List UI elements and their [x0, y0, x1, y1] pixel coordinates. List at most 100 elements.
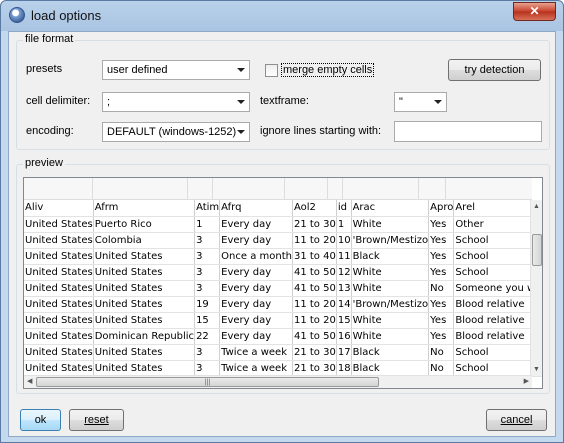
grid-cell[interactable]: No: [428, 360, 455, 377]
grid-cell[interactable]: Every day: [219, 264, 293, 281]
grid-cell[interactable]: Every day: [219, 280, 293, 297]
grid-cell[interactable]: 3: [194, 360, 221, 377]
grid-cell[interactable]: 3: [194, 264, 221, 281]
grid-cell[interactable]: Afrm: [93, 200, 196, 217]
grid-cell[interactable]: 22: [194, 328, 221, 345]
grid-cell[interactable]: Twice a week: [219, 360, 293, 377]
ok-button[interactable]: ok: [20, 409, 61, 431]
grid-cell[interactable]: 15: [336, 312, 352, 329]
grid-cell[interactable]: Every day: [219, 232, 293, 249]
grid-cell[interactable]: Aliv: [24, 200, 94, 217]
grid-cell[interactable]: 11: [336, 248, 352, 265]
grid-cell[interactable]: 31 to 40: [292, 248, 337, 265]
grid-cell[interactable]: United States: [24, 280, 94, 297]
grid-cell[interactable]: 'Brown/Mestizo: [351, 296, 430, 313]
grid-cell[interactable]: 21 to 30: [292, 344, 337, 361]
grid-cell[interactable]: Apro: [428, 200, 455, 217]
grid-cell[interactable]: United States: [93, 280, 196, 297]
grid-cell[interactable]: 21 to 30: [292, 360, 337, 377]
grid-cell[interactable]: 3: [194, 344, 221, 361]
grid-cell[interactable]: Every day: [219, 328, 293, 345]
grid-cell[interactable]: 15: [194, 312, 221, 329]
grid-cell[interactable]: Black: [351, 344, 430, 361]
grid-cell[interactable]: Aol2: [292, 200, 337, 217]
scroll-down-icon[interactable]: ▼: [533, 366, 540, 373]
grid-cell[interactable]: United States: [93, 360, 196, 377]
grid-cell[interactable]: Afrq: [219, 200, 293, 217]
horizontal-scrollbar[interactable]: ◀ ||| ▶: [24, 375, 532, 388]
grid-cell[interactable]: Yes: [428, 232, 455, 249]
grid-cell[interactable]: 19: [194, 296, 221, 313]
grid-cell[interactable]: Every day: [219, 296, 293, 313]
try-detection-button[interactable]: try detection: [448, 59, 541, 81]
grid-cell[interactable]: 12: [336, 264, 352, 281]
grid-cell[interactable]: United States: [24, 264, 94, 281]
grid-cell[interactable]: United States: [93, 248, 196, 265]
grid-cell[interactable]: United States: [93, 264, 196, 281]
grid-cell[interactable]: United States: [24, 360, 94, 377]
vertical-scroll-thumb[interactable]: [532, 234, 542, 266]
grid-cell[interactable]: Once a month: [219, 248, 293, 265]
grid-cell[interactable]: White: [351, 264, 430, 281]
grid-cell[interactable]: 41 to 50: [292, 280, 337, 297]
grid-cell[interactable]: United States: [24, 216, 94, 233]
grid-cell[interactable]: No: [428, 344, 455, 361]
grid-cell[interactable]: White: [351, 328, 430, 345]
grid-cell[interactable]: No: [428, 280, 455, 297]
grid-header-row[interactable]: Aliv Afrm Atim Afrq Aol2 id Arac Apro Arel: [24, 200, 542, 217]
grid-cell[interactable]: Yes: [428, 328, 455, 345]
grid-cell[interactable]: United States: [93, 296, 196, 313]
grid-cell[interactable]: 'Brown/Mestizo: [351, 232, 430, 249]
grid-cell[interactable]: Every day: [219, 312, 293, 329]
table-row[interactable]: United States United States 3 Once a month 3…: [24, 248, 542, 265]
grid-cell[interactable]: Yes: [428, 216, 455, 233]
grid-cell[interactable]: Twice a week: [219, 344, 293, 361]
grid-cell[interactable]: 1: [336, 216, 352, 233]
table-row[interactable]: United States United States 15 Every day 11 …: [24, 312, 542, 329]
grid-cell[interactable]: Black: [351, 248, 430, 265]
grid-cell[interactable]: 41 to 50: [292, 328, 337, 345]
vertical-scrollbar[interactable]: ▲ ▼: [530, 200, 542, 376]
grid-cell[interactable]: 3: [194, 232, 221, 249]
cancel-button[interactable]: cancel: [486, 409, 547, 431]
table-row[interactable]: United States United States 3 Every day 41 t…: [24, 264, 542, 281]
textframe-select[interactable]: ": [394, 92, 447, 112]
table-row[interactable]: United States United States 3 Twice a week 2…: [24, 360, 542, 377]
grid-cell[interactable]: Puerto Rico: [93, 216, 196, 233]
grid-cell[interactable]: 18: [336, 360, 352, 377]
grid-cell[interactable]: Colombia: [93, 232, 196, 249]
grid-cell[interactable]: 14: [336, 296, 352, 313]
title-bar[interactable]: load options ✕: [1, 1, 563, 31]
grid-cell[interactable]: 10: [336, 232, 352, 249]
grid-cell[interactable]: United States: [24, 328, 94, 345]
encoding-select[interactable]: DEFAULT (windows-1252): [102, 122, 250, 142]
scroll-right-icon[interactable]: ▶: [524, 377, 529, 385]
table-row[interactable]: United States Puerto Rico 1 Every day 21 to …: [24, 216, 542, 233]
grid-cell[interactable]: United States: [24, 296, 94, 313]
merge-empty-cells-checkbox[interactable]: [265, 64, 278, 77]
grid-cell[interactable]: 17: [336, 344, 352, 361]
merge-empty-cells-label[interactable]: merge empty cells: [281, 63, 375, 77]
grid-cell[interactable]: White: [351, 216, 430, 233]
cell-delimiter-select[interactable]: ;: [102, 92, 250, 112]
preview-grid[interactable]: Aliv Afrm Atim Afrq Aol2 id Arac Apro Arel United…: [23, 177, 543, 389]
grid-cell[interactable]: White: [351, 312, 430, 329]
grid-cell[interactable]: 3: [194, 248, 221, 265]
grid-cell[interactable]: United States: [24, 232, 94, 249]
horizontal-scroll-thumb[interactable]: |||: [36, 377, 379, 387]
grid-cell[interactable]: Dominican Republic: [93, 328, 196, 345]
table-row[interactable]: United States United States 3 Twice a week 2…: [24, 344, 542, 361]
grid-cell[interactable]: United States: [24, 312, 94, 329]
grid-cell[interactable]: 13: [336, 280, 352, 297]
grid-cell[interactable]: Yes: [428, 312, 455, 329]
grid-cell[interactable]: 41 to 50: [292, 264, 337, 281]
grid-cell[interactable]: United States: [24, 248, 94, 265]
table-row[interactable]: United States United States 3 Every day 41 t…: [24, 280, 542, 297]
table-row[interactable]: United States Colombia 3 Every day 11 to 20 1…: [24, 232, 542, 249]
table-row[interactable]: United States Dominican Republic 22 Every d…: [24, 328, 542, 345]
grid-cell[interactable]: 11 to 20: [292, 232, 337, 249]
grid-cell[interactable]: 11 to 20: [292, 296, 337, 313]
ignore-lines-input[interactable]: [394, 121, 542, 142]
scroll-up-icon[interactable]: ▲: [533, 203, 540, 210]
grid-cell[interactable]: Yes: [428, 248, 455, 265]
